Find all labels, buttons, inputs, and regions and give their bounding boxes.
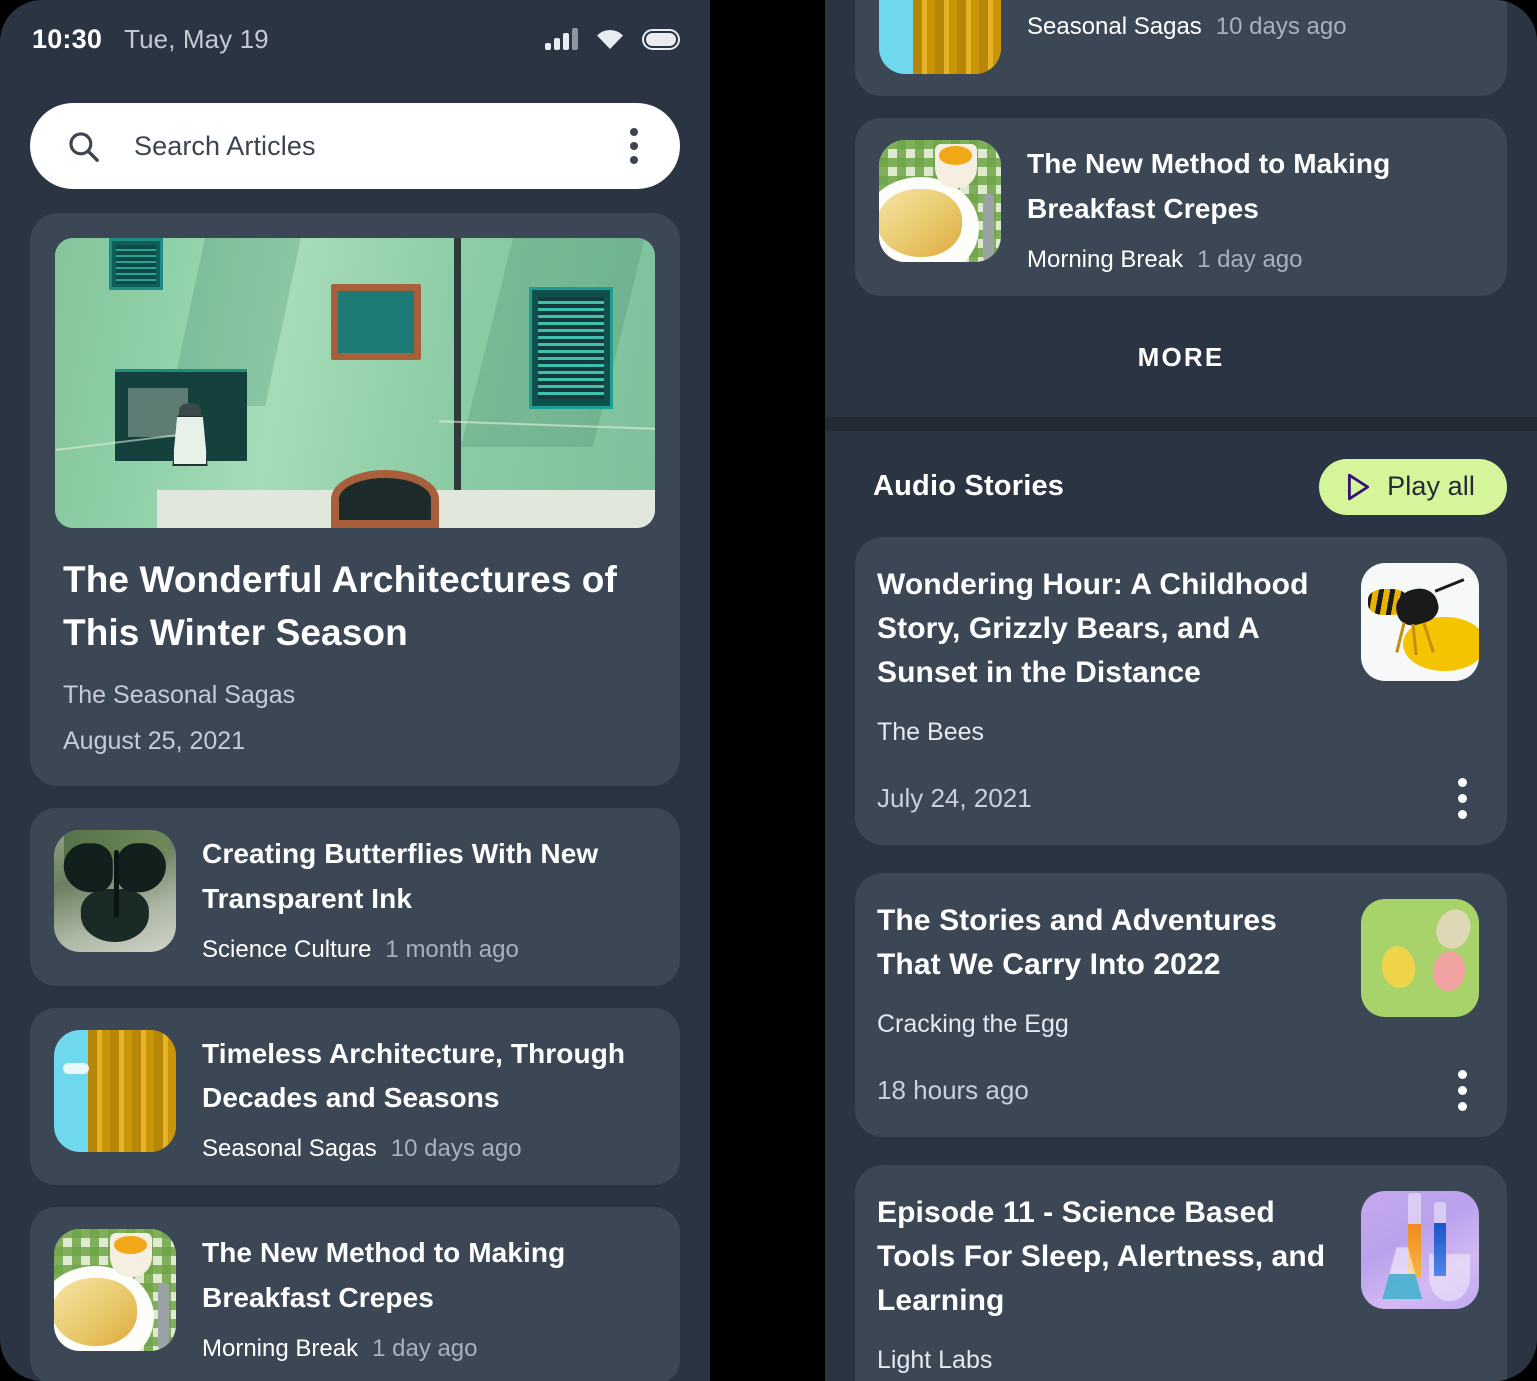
article-meta: Seasonal Sagas 10 days ago: [202, 1135, 656, 1163]
wifi-icon: [597, 29, 623, 49]
article-text-block: Creating Butterflies With New Transparen…: [202, 830, 656, 964]
audio-stories-heading: Audio Stories: [873, 470, 1065, 503]
audio-story-thumbnail: [1361, 1190, 1479, 1309]
article-thumbnail: [54, 830, 176, 953]
article-time: 1 month ago: [385, 935, 519, 963]
feature-article-image: [55, 238, 655, 528]
article-text-block: The New Method to Making Breakfast Crepe…: [202, 1229, 656, 1363]
article-thumbnail: [879, 140, 1001, 262]
audio-story-card[interactable]: Episode 11 - Science Based Tools For Sle…: [855, 1164, 1507, 1381]
article-list-item[interactable]: Timeless Architecture, Through Decades a…: [30, 1007, 680, 1186]
cellular-signal-icon: [545, 28, 578, 50]
article-thumbnail: [54, 1229, 176, 1352]
article-text-block: Seasonal Sagas 10 days ago: [1027, 0, 1483, 74]
article-source: Seasonal Sagas: [1027, 12, 1202, 40]
article-thumbnail: [879, 0, 1001, 74]
audio-story-card[interactable]: Wondering Hour: A Childhood Story, Grizz…: [855, 536, 1507, 845]
article-title: Creating Butterflies With New Transparen…: [202, 838, 599, 914]
play-all-label: Play all: [1387, 471, 1475, 502]
article-time: 10 days ago: [1215, 12, 1347, 40]
right-phone-panel: Seasonal Sagas 10 days ago The New Metho…: [825, 0, 1537, 1381]
audio-story-source: Cracking the Egg: [877, 1009, 1069, 1038]
audio-story-title: Wondering Hour: A Childhood Story, Grizz…: [877, 567, 1309, 690]
left-phone-panel: 10:30 Tue, May 19 Search Articles The Wo…: [0, 0, 710, 1381]
status-indicators: [545, 27, 680, 51]
section-divider: [825, 416, 1537, 431]
status-bar: 10:30 Tue, May 19: [0, 0, 710, 78]
article-meta: Seasonal Sagas 10 days ago: [1027, 13, 1483, 41]
feature-article-source: The Seasonal Sagas: [63, 681, 296, 710]
feature-article-card[interactable]: The Wonderful Architectures of This Wint…: [30, 213, 680, 787]
article-title: The New Method to Making Breakfast Crepe…: [1027, 148, 1391, 224]
play-triangle-icon: [1348, 473, 1370, 500]
article-list-item[interactable]: Seasonal Sagas 10 days ago: [855, 0, 1507, 96]
article-text-block: Timeless Architecture, Through Decades a…: [202, 1030, 656, 1164]
article-source: Science Culture: [202, 935, 372, 963]
audio-story-thumbnail: [1361, 898, 1479, 1017]
search-icon: [69, 132, 99, 162]
article-source: Seasonal Sagas: [202, 1135, 377, 1163]
article-meta: Science Culture 1 month ago: [202, 936, 656, 964]
audio-story-title: The Stories and Adventures That We Carry…: [877, 903, 1277, 982]
article-thumbnail: [54, 1029, 176, 1152]
status-date: Tue, May 19: [124, 23, 269, 54]
article-list-item[interactable]: The New Method to Making Breakfast Crepe…: [855, 118, 1507, 296]
article-list-item[interactable]: Creating Butterflies With New Transparen…: [30, 808, 680, 986]
search-input[interactable]: Search Articles: [134, 131, 616, 162]
feature-article-title: The Wonderful Architectures of This Wint…: [63, 559, 617, 653]
article-list-item[interactable]: The New Method to Making Breakfast Crepe…: [30, 1207, 680, 1381]
audio-story-date: 18 hours ago: [877, 1075, 1029, 1106]
kebab-menu-icon[interactable]: [1445, 777, 1479, 821]
audio-story-source: Light Labs: [877, 1345, 993, 1374]
audio-story-source: The Bees: [877, 717, 985, 746]
article-time: 10 days ago: [390, 1135, 522, 1163]
article-meta: Morning Break 1 day ago: [1027, 246, 1483, 274]
kebab-menu-icon[interactable]: [1445, 1069, 1479, 1113]
article-text-block: The New Method to Making Breakfast Crepe…: [1027, 140, 1483, 274]
status-time: 10:30: [32, 23, 103, 54]
search-bar[interactable]: Search Articles: [30, 103, 680, 189]
article-source: Morning Break: [1027, 245, 1184, 273]
article-time: 1 day ago: [372, 1334, 478, 1362]
audio-stories-header: Audio Stories Play all: [825, 431, 1537, 537]
feature-article-date: August 25, 2021: [63, 727, 246, 756]
audio-story-title: Episode 11 - Science Based Tools For Sle…: [877, 1195, 1326, 1318]
more-button[interactable]: MORE: [825, 296, 1537, 417]
screenshot-stage: 10:30 Tue, May 19 Search Articles The Wo…: [0, 0, 1537, 1381]
audio-story-card[interactable]: The Stories and Adventures That We Carry…: [855, 872, 1507, 1137]
article-title: The New Method to Making Breakfast Crepe…: [202, 1237, 566, 1314]
battery-icon: [642, 28, 680, 50]
play-all-button[interactable]: Play all: [1319, 458, 1507, 515]
article-source: Morning Break: [202, 1334, 359, 1362]
article-title: Timeless Architecture, Through Decades a…: [202, 1037, 626, 1114]
more-button-label: MORE: [1137, 341, 1225, 372]
article-time: 1 day ago: [1197, 245, 1303, 273]
kebab-menu-icon[interactable]: [616, 126, 652, 166]
audio-story-date: July 24, 2021: [877, 783, 1032, 814]
article-meta: Morning Break 1 day ago: [202, 1335, 656, 1363]
audio-story-thumbnail: [1361, 562, 1479, 681]
